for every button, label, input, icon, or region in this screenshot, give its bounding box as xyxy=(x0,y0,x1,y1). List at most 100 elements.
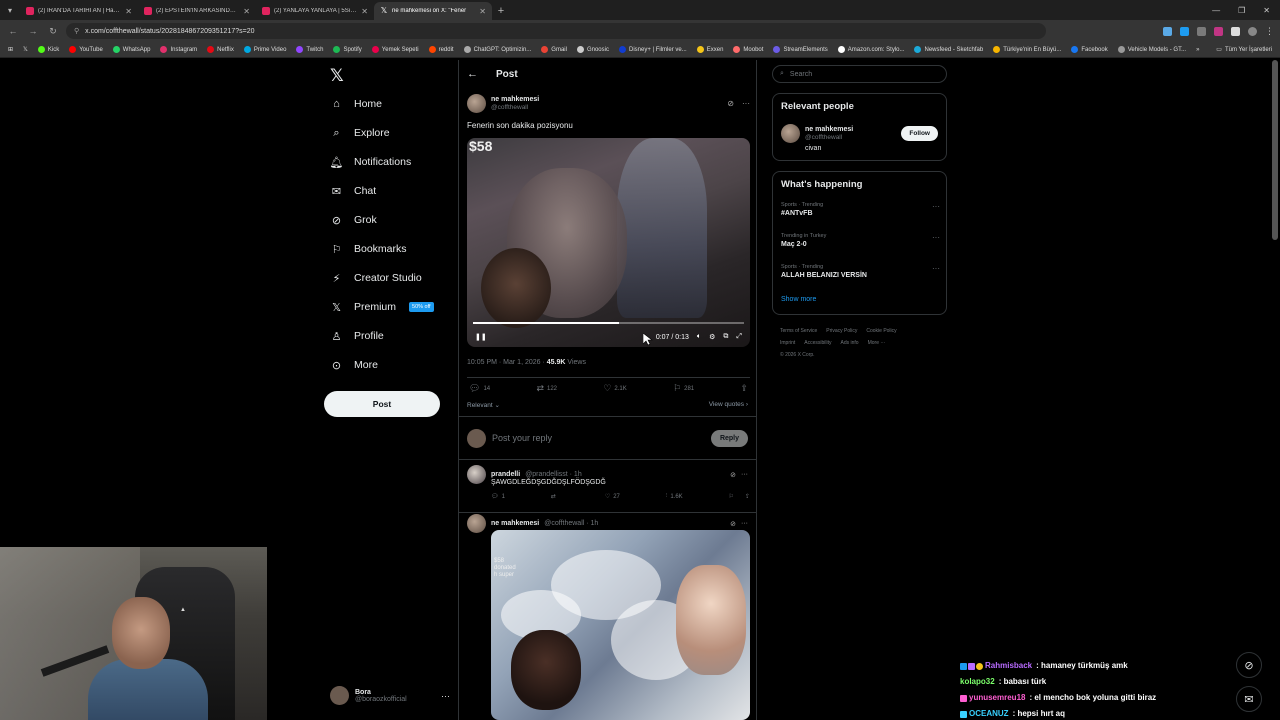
footer-link[interactable]: More ··· xyxy=(868,340,886,346)
avatar[interactable] xyxy=(467,465,486,484)
extensions-puzzle-icon[interactable] xyxy=(1231,26,1240,36)
more-dots-icon[interactable]: ··· xyxy=(932,233,940,242)
bookmark-item[interactable]: Amazon.com: Stylo... xyxy=(837,46,904,53)
nav-more[interactable]: ⊙ More xyxy=(330,354,378,376)
more-dots-icon[interactable]: ··· xyxy=(741,471,748,478)
reply-action[interactable]: 💬︎ 1 xyxy=(491,493,505,501)
bookmark-item[interactable]: Spotify xyxy=(333,46,362,53)
close-tab-icon[interactable]: ✕ xyxy=(125,7,132,16)
avatar[interactable] xyxy=(467,514,486,533)
footer-link[interactable]: Terms of Service xyxy=(780,328,817,334)
settings-gear-icon[interactable]: ⚙ xyxy=(709,333,715,341)
nav-home[interactable]: ⌂ Home xyxy=(330,93,382,115)
nav-premium[interactable]: 𝕏 Premium 50% off xyxy=(330,296,434,318)
browser-tab-active[interactable]: 𝕏ne mahkemesi on X: "Fener ✕ xyxy=(374,2,492,20)
bookmark-item[interactable]: Twitch xyxy=(296,46,323,53)
nav-chat[interactable]: ✉ Chat xyxy=(330,180,376,202)
messages-floating-button[interactable]: ✉ xyxy=(1236,686,1262,712)
bookmark-item[interactable]: Türkiye'nin En Büyü... xyxy=(993,46,1061,53)
views-action[interactable]: ⫶ 1.6K xyxy=(666,493,683,500)
minimize-icon[interactable]: — xyxy=(1212,6,1220,15)
bookmark-item[interactable]: Kick xyxy=(37,46,59,53)
page-scrollbar[interactable] xyxy=(1272,60,1278,240)
bookmark-item[interactable]: Newsfeed - Sketchfab xyxy=(914,46,983,53)
all-bookmarks-folder[interactable]: ▭ Tüm Yer İşaretleri xyxy=(1216,46,1272,54)
extension-icon[interactable] xyxy=(1214,26,1223,36)
x-logo-icon[interactable]: 𝕏 xyxy=(330,66,344,86)
follow-button[interactable]: Follow xyxy=(901,126,938,141)
video-progress-bar[interactable] xyxy=(473,322,744,324)
site-info-icon[interactable]: ⚲ xyxy=(74,27,79,35)
bookmark-item[interactable]: YouTube xyxy=(69,46,103,53)
close-tab-icon[interactable]: ✕ xyxy=(361,7,368,16)
nav-bookmarks[interactable]: ⚐ Bookmarks xyxy=(330,238,407,260)
repost-action[interactable]: ⇄ 122 xyxy=(536,383,557,394)
close-tab-icon[interactable]: ✕ xyxy=(479,7,486,16)
account-switcher[interactable]: Bora @boraozkofficial ··· xyxy=(330,686,450,705)
browser-menu-icon[interactable]: ⋮ xyxy=(1265,26,1274,36)
bookmark-action[interactable]: ⚐ 281 xyxy=(673,383,694,394)
grok-icon[interactable]: ⊘ xyxy=(730,520,736,528)
reply-media-image[interactable]: $58 donated h super xyxy=(491,530,750,720)
bookmark-item[interactable]: Netflix xyxy=(207,46,234,53)
like-action[interactable]: ♡ 27 xyxy=(605,493,620,501)
nav-explore[interactable]: ⌕ Explore xyxy=(330,122,389,144)
trend-item[interactable]: Sports · Trending #ANTvFB ··· xyxy=(781,202,940,217)
search-input[interactable]: ⌕ Search xyxy=(772,65,947,83)
tweet-timestamp[interactable]: 10:05 PM · Mar 1, 2026 · xyxy=(467,359,547,366)
bookmark-item[interactable]: Moobot xyxy=(733,46,763,53)
more-dots-icon[interactable]: ··· xyxy=(742,99,750,108)
bookmark-item[interactable]: ChatGPT: Optimizin... xyxy=(463,46,531,53)
footer-link[interactable]: Ads info xyxy=(841,340,859,346)
repost-action[interactable]: ⇄ xyxy=(551,493,559,500)
grok-floating-button[interactable]: ⊘ xyxy=(1236,652,1262,678)
nav-creator-studio[interactable]: ⚡︎ Creator Studio xyxy=(330,267,422,289)
nav-profile[interactable]: ♙ Profile xyxy=(330,325,384,347)
reply-author-name[interactable]: ne mahkemesi xyxy=(491,520,539,527)
volume-icon[interactable]: 🔈︎ xyxy=(697,333,701,341)
profile-avatar-icon[interactable] xyxy=(1248,26,1257,36)
reply-author-handle[interactable]: @coffthewall · 1h xyxy=(544,520,598,527)
footer-link[interactable]: Privacy Policy xyxy=(826,328,857,334)
bookmarks-overflow-button[interactable]: » xyxy=(1196,47,1199,53)
bookmark-action[interactable]: ⚐ ⇪ xyxy=(729,493,750,500)
fullscreen-icon[interactable]: ⤢ xyxy=(736,333,742,341)
back-arrow-icon[interactable]: ← xyxy=(467,68,478,80)
bookmark-item[interactable]: Exxen xyxy=(696,46,723,53)
bookmark-item[interactable]: reddit xyxy=(428,46,454,53)
more-dots-icon[interactable]: ··· xyxy=(932,202,940,211)
view-quotes-link[interactable]: View quotes › xyxy=(709,401,748,408)
bookmark-item[interactable]: Vehicle Models - GT... xyxy=(1117,46,1186,53)
close-tab-icon[interactable]: ✕ xyxy=(243,7,250,16)
avatar[interactable] xyxy=(467,94,486,113)
reply-sort-dropdown[interactable]: Relevant ⌄ xyxy=(467,401,500,409)
bookmark-item[interactable]: Instagram xyxy=(160,46,197,53)
author-handle[interactable]: @coffthewall xyxy=(491,104,539,112)
share-action[interactable]: ⇪ xyxy=(740,383,748,394)
post-button[interactable]: Post xyxy=(324,391,440,417)
trend-item[interactable]: Sports · Trending ALLAH BELANIZI VERSİN … xyxy=(781,264,940,279)
browser-tab[interactable]: (2) İRAN'DA TARİHİ AN | Hamaı ✕ xyxy=(20,2,138,20)
reply-author-handle[interactable]: @prandellisst · 1h xyxy=(525,471,582,478)
like-action[interactable]: ♡ 2.1K xyxy=(603,383,626,394)
back-icon[interactable]: ← xyxy=(6,24,20,38)
footer-link[interactable]: Cookie Policy xyxy=(866,328,896,334)
reply-action[interactable]: 💬︎ 14 xyxy=(469,383,490,394)
extension-icon[interactable] xyxy=(1163,26,1172,36)
apps-grid-icon[interactable]: ⊞ xyxy=(8,46,13,53)
bookmark-item[interactable]: Gnoosic xyxy=(576,46,609,53)
more-dots-icon[interactable]: ··· xyxy=(741,520,748,527)
avatar[interactable] xyxy=(781,124,800,143)
close-window-icon[interactable]: ✕ xyxy=(1263,6,1270,15)
bookmark-item[interactable]: Yemek Sepeti xyxy=(371,46,419,53)
extension-icon[interactable] xyxy=(1197,26,1206,36)
bookmark-item[interactable]: Facebook xyxy=(1071,46,1108,53)
trend-item[interactable]: Trending in Turkey Maç 2-0 ··· xyxy=(781,233,940,248)
reply-button[interactable]: Reply xyxy=(710,429,748,447)
bookmark-item[interactable]: Gmail xyxy=(541,46,567,53)
share-icon[interactable]: ⇪ xyxy=(745,493,750,500)
browser-tab[interactable]: (2) EPSTEIN'İN ARKASINDAKİ G ✕ xyxy=(138,2,256,20)
author-name[interactable]: ne mahkemesi xyxy=(491,95,539,104)
forward-icon[interactable]: → xyxy=(26,24,40,38)
pip-icon[interactable]: ⧉ xyxy=(723,333,728,341)
